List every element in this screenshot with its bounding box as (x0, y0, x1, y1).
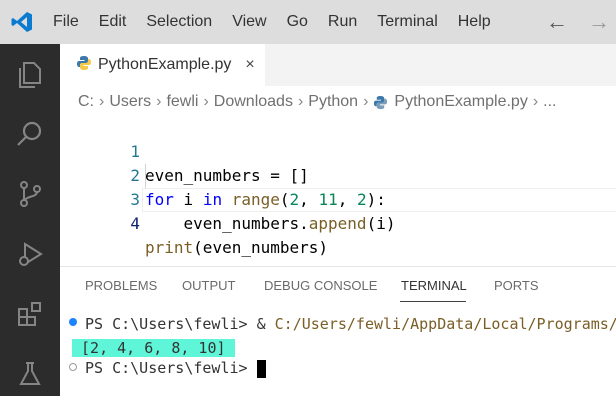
tab-output[interactable]: OUTPUT (182, 270, 235, 302)
title-bar: File Edit Selection View Go Run Terminal… (0, 0, 616, 44)
active-tab-underline (400, 301, 466, 302)
menu-file[interactable]: File (44, 0, 89, 44)
menu-selection[interactable]: Selection (136, 0, 222, 44)
menu-go[interactable]: Go (277, 0, 318, 44)
menu-terminal[interactable]: Terminal (367, 0, 447, 44)
navigation-arrows: ← → (546, 0, 616, 44)
chevron-right-icon: › (532, 93, 539, 110)
chevron-right-icon: › (99, 93, 105, 110)
menu-run[interactable]: Run (318, 0, 367, 44)
tab-terminal[interactable]: TERMINAL (401, 270, 467, 302)
menu-view[interactable]: View (222, 0, 276, 44)
line-number: 4 (130, 214, 140, 233)
tab-debug-console[interactable]: DEBUG CONSOLE (264, 270, 377, 302)
terminal[interactable]: PS C:\Users\fewli> & C:/Users/fewli/AppD… (60, 310, 616, 396)
menu-edit[interactable]: Edit (89, 0, 137, 44)
chevron-right-icon: › (297, 93, 304, 110)
python-file-icon (373, 95, 388, 110)
menu-bar: File Edit Selection View Go Run Terminal… (44, 0, 501, 44)
code-line: 2 for i in range(2, 11, 2): (60, 140, 616, 209)
explorer-icon[interactable] (0, 44, 60, 104)
tab-problems[interactable]: PROBLEMS (85, 270, 157, 302)
back-arrow-icon[interactable]: ← (546, 0, 568, 44)
testing-icon[interactable] (0, 344, 60, 404)
breadcrumb-item[interactable]: fewli (166, 93, 198, 111)
command-pending-icon[interactable] (69, 363, 77, 371)
chevron-right-icon: › (156, 93, 162, 110)
close-icon[interactable]: × (245, 56, 254, 74)
tab-ports[interactable]: PORTS (494, 270, 539, 302)
extensions-icon[interactable] (0, 284, 60, 344)
terminal-line: PS C:\Users\fewli> & C:/Users/fewli/AppD… (85, 315, 616, 333)
code-line: 4 print(even_numbers) (60, 188, 616, 257)
code-line: 3 even_numbers.append(i) (60, 164, 616, 233)
terminal-cursor (256, 359, 266, 378)
breadcrumb: C: › Users › fewli › Downloads › Python … (78, 89, 556, 115)
search-icon[interactable] (0, 104, 60, 164)
editor-tab-bar: PythonExample.py × (60, 44, 616, 86)
python-file-icon (76, 55, 92, 76)
forward-arrow-icon[interactable]: → (588, 0, 610, 44)
tab-python-example[interactable]: PythonExample.py × (60, 44, 265, 86)
breadcrumb-item[interactable]: Users (109, 93, 151, 111)
vscode-logo-icon (0, 0, 44, 44)
breadcrumb-item[interactable]: Downloads (214, 93, 293, 111)
tab-label: PythonExample.py (98, 56, 232, 73)
run-debug-icon[interactable] (0, 224, 60, 284)
breadcrumb-item[interactable]: C: (78, 93, 94, 111)
panel-tab-bar: PROBLEMS OUTPUT DEBUG CONSOLE TERMINAL P… (60, 270, 616, 302)
menu-help[interactable]: Help (448, 0, 501, 44)
source-control-icon[interactable] (0, 164, 60, 224)
chevron-right-icon: › (363, 93, 369, 110)
terminal-line: PS C:\Users\fewli> (85, 356, 266, 380)
code-text: even_numbers.append(i) (183, 214, 396, 233)
activity-bar (0, 44, 60, 396)
code-text: print(even_numbers) (145, 238, 329, 257)
code-line: 1 even_numbers = [] (60, 116, 616, 185)
command-success-icon[interactable] (69, 318, 77, 326)
breadcrumb-item[interactable]: Python (308, 93, 358, 111)
breadcrumb-item[interactable]: ... (543, 93, 556, 111)
chevron-right-icon: › (203, 93, 209, 110)
panel-divider (60, 266, 616, 267)
code-editor[interactable]: 1 even_numbers = [] 2 for i in range(2, … (60, 116, 616, 266)
breadcrumb-item[interactable]: PythonExample.py (394, 93, 527, 111)
